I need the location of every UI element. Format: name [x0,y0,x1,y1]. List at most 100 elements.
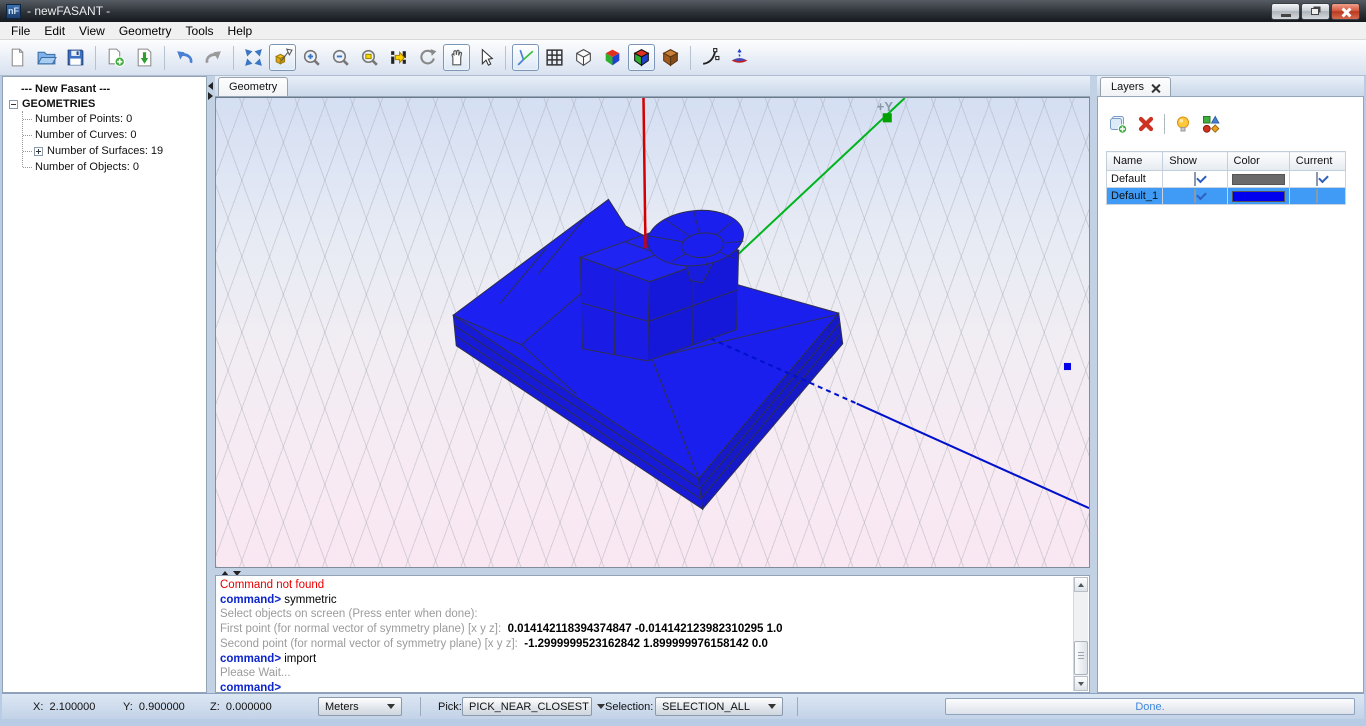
undo-button[interactable] [171,44,198,71]
restore-button[interactable] [1301,3,1330,20]
menu-view[interactable]: View [72,22,112,40]
fit-view-icon [243,47,264,68]
menu-tools[interactable]: Tools [179,22,221,40]
color-swatch[interactable] [1232,191,1285,202]
minimize-icon [1281,14,1291,17]
restore-icon [1311,8,1319,15]
chevron-down-icon [768,704,776,709]
newfasant-window: { "window": { "title": "- newFASANT -", … [0,0,1366,726]
current-checkbox[interactable] [1316,189,1318,203]
left-splitter[interactable] [207,76,215,693]
wireframe-view-button[interactable] [570,44,597,71]
collapse-left-icon[interactable] [208,82,213,90]
zoom-out-button[interactable] [327,44,354,71]
new-file-icon [7,47,28,68]
layer-shapes-button[interactable] [1201,114,1221,134]
coord-x: X: 2.100000 [33,701,95,713]
tree-item-points[interactable]: Number of Points: 0 [19,111,206,127]
scroll-up-button[interactable] [1074,577,1088,592]
curvature-tool-button[interactable] [697,44,724,71]
normals-tool-button[interactable] [726,44,753,71]
save-button[interactable] [62,44,89,71]
tab-geometry[interactable]: Geometry [218,77,288,96]
import-button[interactable] [131,44,158,71]
show-checkbox[interactable] [1194,189,1196,203]
coord-y: Y: 0.900000 [123,701,185,713]
point-marker [1064,363,1071,370]
console-scrollbar[interactable] [1073,577,1088,691]
axes-view-button[interactable] [512,44,539,71]
redo-button[interactable] [200,44,227,71]
close-button[interactable] [1331,3,1360,20]
tree-item-surfaces[interactable]: Number of Surfaces: 19 [19,143,206,159]
pick-dropdown[interactable]: PICK_NEAR_CLOSEST [462,697,592,716]
zoom-in-button[interactable] [298,44,325,71]
solid-edges-cube-icon [631,47,652,68]
scrollbar-thumb[interactable] [1074,641,1088,675]
layer-row-default-1[interactable]: Default_1 [1107,188,1346,205]
menu-geometry[interactable]: Geometry [112,22,179,40]
rotate-view-button[interactable] [414,44,441,71]
console-line: Please Wait... [220,666,1069,681]
expand-icon[interactable] [34,147,43,156]
open-file-button[interactable] [33,44,60,71]
collapse-icon[interactable] [9,100,18,109]
current-checkbox[interactable] [1316,172,1318,186]
command-console[interactable]: Command not found command> symmetric Sel… [215,575,1090,693]
scene-3d: +Y [216,98,1089,567]
undo-icon [174,47,195,68]
window-title: - newFASANT - [27,4,110,18]
orbit-view-button[interactable] [269,44,296,71]
wireframe-cube-icon [573,47,594,68]
selection-dropdown[interactable]: SELECTION_ALL [655,697,783,716]
status-bar: X: 2.100000 Y: 0.900000 Z: 0.000000 Mete… [2,693,1364,719]
viewport-3d[interactable]: +Y [215,97,1090,568]
solid-view-button[interactable] [599,44,626,71]
console-line: Select objects on screen (Press enter wh… [220,607,1069,622]
chevron-down-icon [597,704,605,709]
close-tab-icon[interactable] [1151,83,1160,92]
orbit-cube-icon [272,47,293,68]
menu-file[interactable]: File [4,22,37,40]
menu-help[interactable]: Help [221,22,260,40]
geometry-tree: --- New Fasant --- GEOMETRIES Number of … [3,77,206,175]
tab-layers[interactable]: Layers [1100,77,1171,96]
show-checkbox[interactable] [1194,172,1196,186]
y-axis-handle [883,113,892,122]
console-line: command> import [220,652,1069,667]
title-bar: nF - newFASANT - [0,0,1366,22]
pan-button[interactable] [443,44,470,71]
normals-icon [729,47,750,68]
fit-view-button[interactable] [240,44,267,71]
center-area: Geometry +Y [215,76,1090,693]
layers-panel: Layers Name Show Color Current [1097,76,1364,693]
scroll-down-button[interactable] [1074,676,1088,691]
right-splitter[interactable] [1090,76,1097,693]
minimize-button[interactable] [1271,3,1300,20]
layer-row-default[interactable]: Default [1107,171,1346,188]
select-cursor-button[interactable] [472,44,499,71]
console-line: Second point (for normal vector of symme… [220,637,1069,652]
new-file-button[interactable] [4,44,31,71]
add-layer-button[interactable] [1108,114,1128,134]
tree-item-objects[interactable]: Number of Objects: 0 [19,159,206,175]
menu-edit[interactable]: Edit [37,22,72,40]
new-geometry-button[interactable] [102,44,129,71]
solid-edges-view-button[interactable] [628,44,655,71]
layer-visibility-button[interactable] [1173,114,1193,134]
tree-group-geometries[interactable]: GEOMETRIES [9,97,206,111]
view-switch-button[interactable] [385,44,412,71]
console-splitter[interactable] [215,568,1090,575]
tree-root-node[interactable]: --- New Fasant --- [9,81,206,97]
grid-view-button[interactable] [541,44,568,71]
textured-view-button[interactable] [657,44,684,71]
console-prompt-line[interactable]: command> [220,681,1069,693]
collapse-right-icon[interactable] [208,92,213,100]
color-swatch[interactable] [1232,174,1285,185]
cursor-icon [475,47,496,68]
zoom-window-button[interactable] [356,44,383,71]
textured-cube-icon [660,47,681,68]
tree-item-curves[interactable]: Number of Curves: 0 [19,127,206,143]
delete-layer-button[interactable] [1136,114,1156,134]
units-dropdown[interactable]: Meters [318,697,402,716]
